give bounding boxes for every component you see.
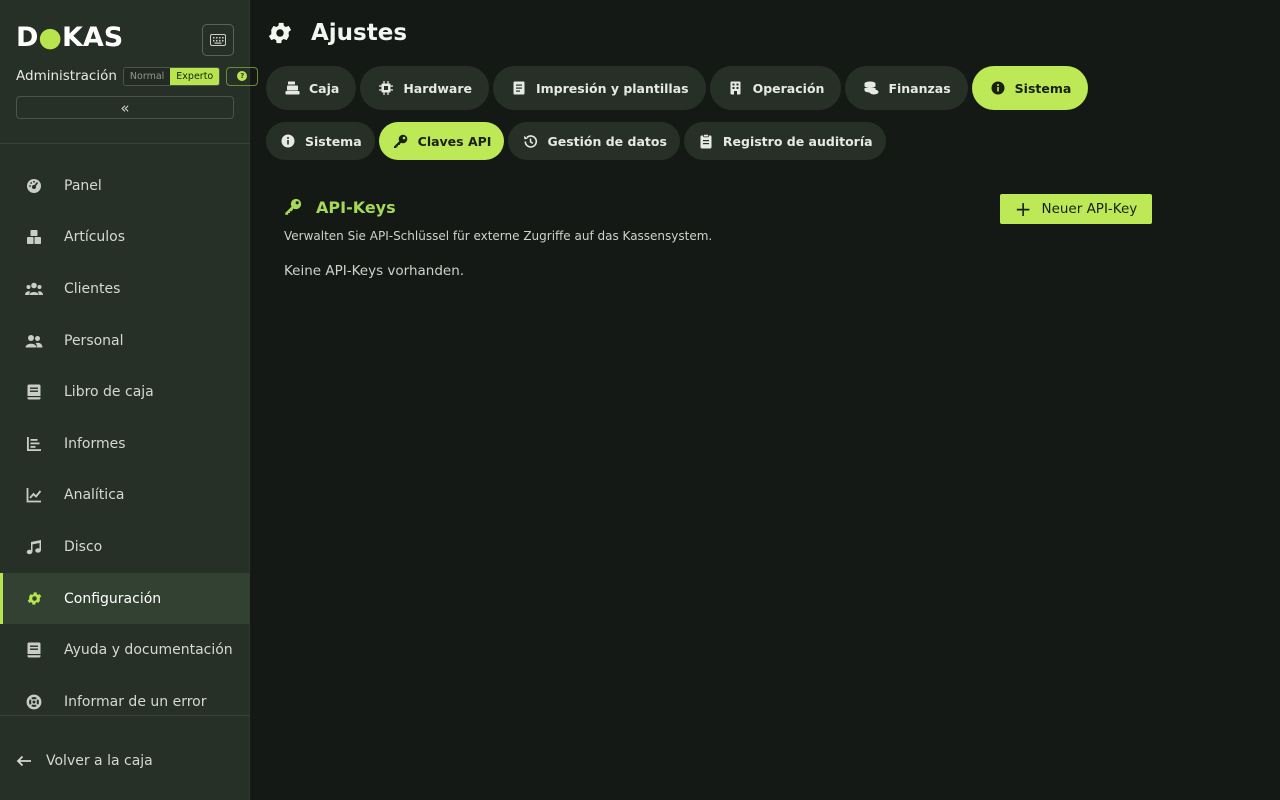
logo-dot: ●	[38, 22, 62, 53]
subtab-gestion-datos[interactable]: Gestión de datos	[508, 122, 680, 160]
tab-label: Gestión de datos	[547, 133, 667, 149]
coins-icon	[863, 80, 879, 96]
tab-label: Finanzas	[888, 80, 951, 96]
admin-label: Administración	[16, 68, 117, 84]
subtab-registro-auditoria[interactable]: Registro de auditoría	[683, 122, 886, 160]
document-icon	[511, 80, 527, 96]
sidebar-item-label: Panel	[64, 177, 102, 194]
lifebuoy-icon	[24, 692, 44, 712]
building-icon	[728, 80, 744, 96]
back-to-register-link[interactable]: Volver a la caja	[16, 750, 153, 772]
sidebar-divider	[0, 715, 250, 716]
sidebar-item-label: Personal	[64, 332, 124, 349]
chart-icon	[24, 485, 44, 505]
sidebar-item-label: Analítica	[64, 487, 125, 504]
sidebar-item-label: Clientes	[64, 280, 121, 297]
mode-toggle: Normal Experto	[122, 66, 221, 86]
sidebar-item-analitica[interactable]: Analítica	[0, 470, 250, 522]
page-header: Ajustes	[266, 18, 407, 48]
sidebar-item-label: Disco	[64, 538, 103, 555]
tab-label: Caja	[309, 80, 340, 96]
tab-operacion[interactable]: Operación	[709, 66, 842, 110]
sidebar-item-label: Ayuda y documentación	[64, 642, 233, 659]
register-icon	[284, 80, 300, 96]
key-icon	[284, 197, 304, 217]
sidebar-item-disco[interactable]: Disco	[0, 521, 250, 573]
page-title: Ajustes	[311, 20, 408, 46]
tab-label: Registro de auditoría	[722, 133, 873, 149]
sidebar-nav: Panel Artículos Clientes Personal Libro …	[0, 160, 250, 728]
empty-state-text: Keine API-Keys vorhanden.	[284, 263, 465, 279]
dashboard-icon	[24, 176, 44, 196]
sidebar-item-libro-de-caja[interactable]: Libro de caja	[0, 366, 250, 418]
sidebar-item-configuracion[interactable]: Configuración	[0, 572, 250, 625]
tab-label: Claves API	[417, 133, 492, 149]
history-icon	[522, 133, 538, 149]
staff-icon	[24, 331, 44, 351]
tab-finanzas[interactable]: Finanzas	[845, 66, 968, 110]
help-icon: ?	[237, 71, 248, 81]
sidebar-item-ayuda[interactable]: Ayuda y documentación	[0, 624, 250, 676]
info-icon	[280, 133, 296, 149]
collapse-sidebar-button[interactable]: «	[16, 96, 234, 119]
tab-sistema[interactable]: Sistema	[971, 66, 1089, 110]
sidebar-item-informar-error[interactable]: Informar de un error	[0, 676, 250, 728]
new-api-key-button[interactable]: + Neuer API-Key	[1000, 194, 1152, 224]
help-button[interactable]: ?	[226, 66, 259, 86]
sidebar-divider	[0, 143, 250, 144]
mode-normal-button[interactable]: Normal	[123, 67, 171, 85]
arrow-left-icon	[16, 755, 34, 767]
sidebar-item-clientes[interactable]: Clientes	[0, 263, 250, 315]
tab-label: Sistema	[305, 133, 362, 149]
gear-icon	[24, 589, 44, 609]
chip-icon	[378, 80, 394, 96]
section-title: API-Keys	[316, 197, 396, 217]
sidebar-item-label: Informes	[64, 435, 126, 452]
sidebar-item-panel[interactable]: Panel	[0, 160, 250, 212]
new-api-key-label: Neuer API-Key	[1041, 201, 1138, 217]
logo-letter: D	[16, 22, 39, 53]
sidebar-item-label: Artículos	[64, 229, 126, 246]
back-link-label: Volver a la caja	[46, 753, 153, 769]
keyboard-button[interactable]	[202, 24, 234, 56]
sidebar-item-articulos[interactable]: Artículos	[0, 212, 250, 264]
sidebar-item-label: Informar de un error	[64, 693, 207, 710]
sidebar: D●KAS Administración Normal Experto ? « …	[0, 0, 259, 800]
keyboard-icon	[210, 34, 226, 46]
subtab-sistema[interactable]: Sistema	[266, 122, 375, 160]
subtab-claves-api[interactable]: Claves API	[378, 122, 505, 160]
primary-tabs: Caja Hardware Impresión y plantillas Ope…	[266, 66, 1092, 110]
book-icon	[24, 640, 44, 660]
logo: D●KAS	[16, 22, 123, 53]
clipboard-icon	[698, 133, 714, 149]
tab-hardware[interactable]: Hardware	[360, 66, 489, 110]
sidebar-item-personal[interactable]: Personal	[0, 315, 250, 367]
tab-label: Impresión y plantillas	[535, 80, 689, 96]
api-keys-section: API-Keys	[284, 196, 396, 218]
music-icon	[24, 537, 44, 557]
book-icon	[24, 382, 44, 402]
tab-caja[interactable]: Caja	[266, 66, 357, 110]
tab-label: Hardware	[403, 80, 472, 96]
chevrons-left-icon: «	[120, 98, 130, 117]
gear-icon	[266, 18, 296, 48]
admin-row: Administración Normal Experto ?	[16, 66, 259, 86]
mode-expert-button[interactable]: Experto	[170, 67, 220, 85]
tab-label: Operación	[752, 80, 825, 96]
sidebar-item-label: Configuración	[64, 590, 162, 607]
logo-text: KAS	[61, 22, 124, 53]
secondary-tabs: Sistema Claves API Gestión de datos Regi…	[266, 122, 890, 160]
info-icon	[990, 80, 1006, 96]
key-icon	[393, 133, 409, 149]
plus-icon: +	[1014, 197, 1032, 221]
section-header: API-Keys	[284, 196, 396, 218]
section-description: Verwalten Sie API-Schlüssel für externe …	[284, 229, 713, 243]
sidebar-item-informes[interactable]: Informes	[0, 418, 250, 470]
sidebar-item-label: Libro de caja	[64, 384, 154, 401]
report-icon	[24, 434, 44, 454]
tab-label: Sistema	[1014, 80, 1072, 96]
tab-impresion[interactable]: Impresión y plantillas	[492, 66, 706, 110]
users-icon	[24, 279, 44, 299]
boxes-icon	[24, 227, 44, 247]
